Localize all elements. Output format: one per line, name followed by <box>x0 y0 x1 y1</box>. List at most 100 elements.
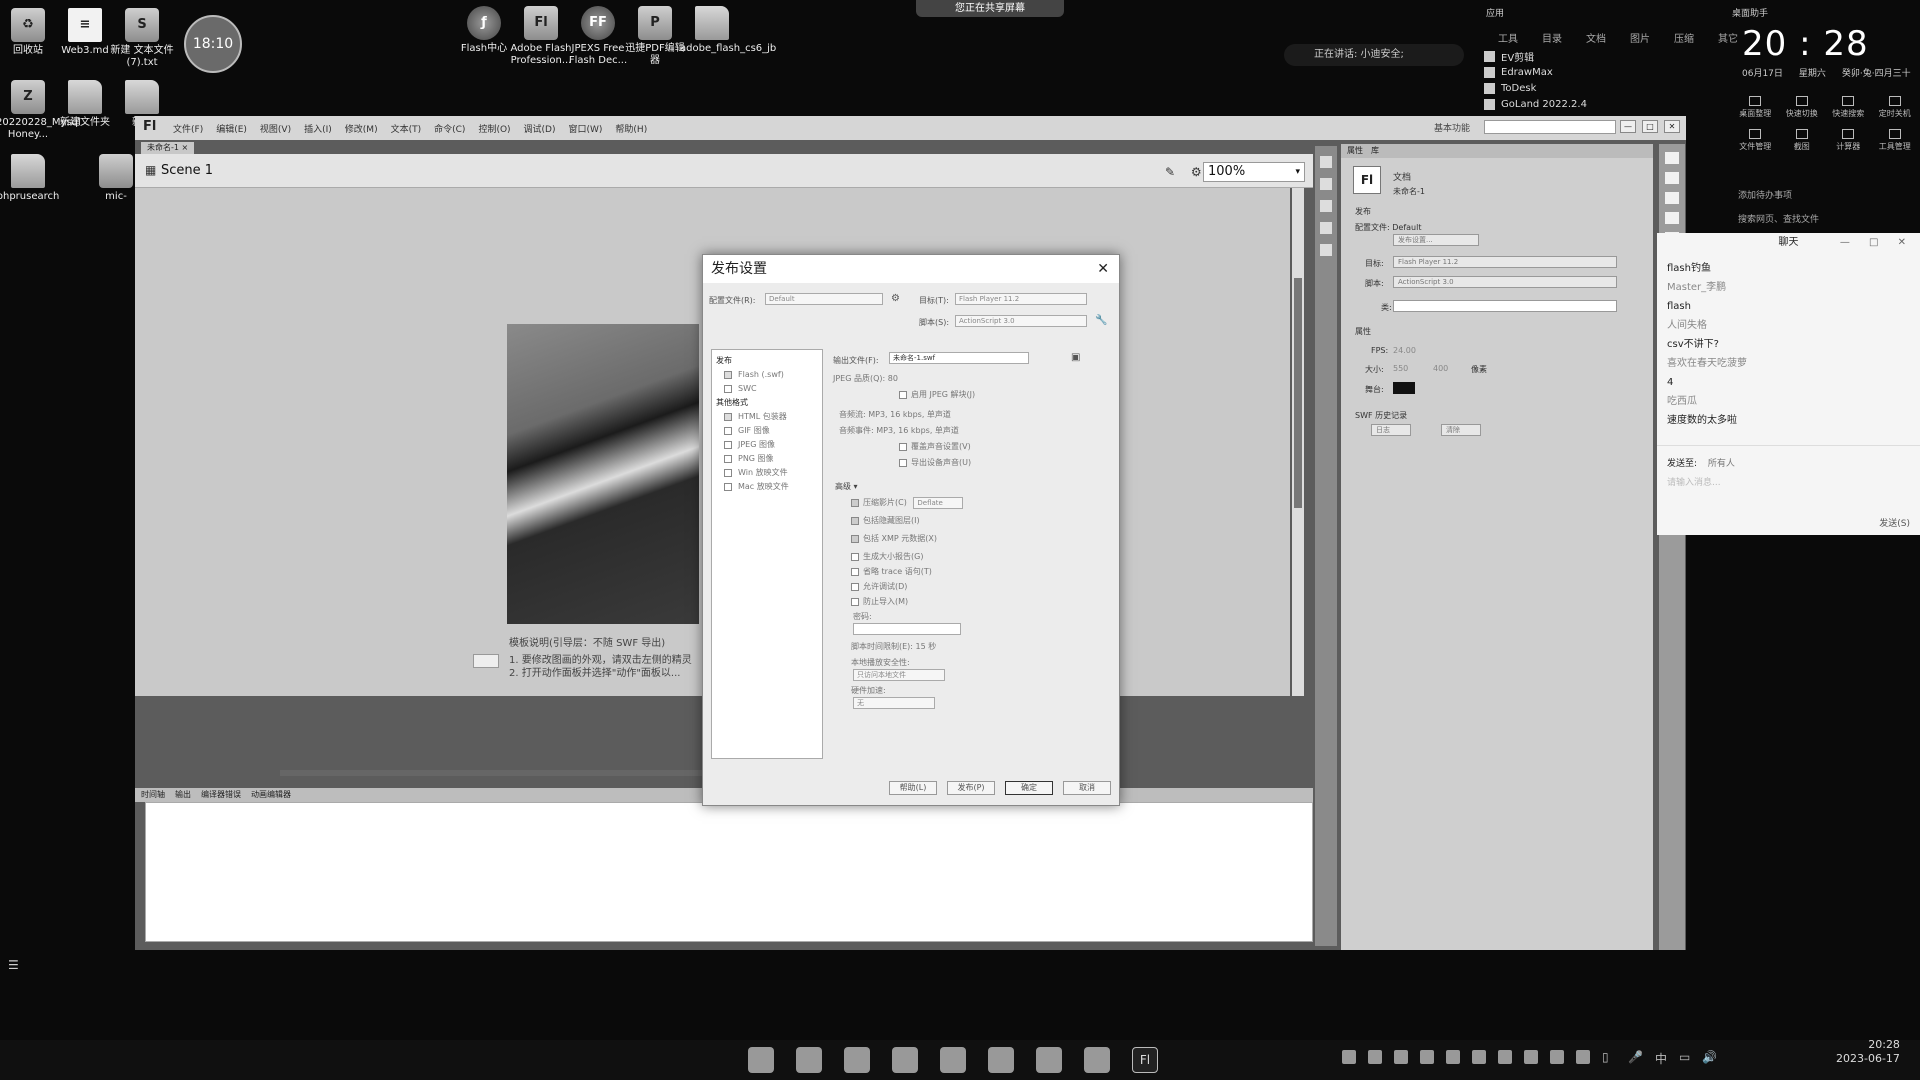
desktop-icon-phprusearch[interactable]: phprusearch <box>0 154 60 203</box>
file-manager-icon[interactable] <box>748 1047 774 1073</box>
chrome-icon[interactable] <box>892 1047 918 1073</box>
phone-icon[interactable]: ▯ <box>1602 1050 1616 1067</box>
width-value[interactable]: 550 <box>1393 364 1408 373</box>
tab-motion-editor[interactable]: 动画编辑器 <box>251 788 291 802</box>
widget-app-item[interactable]: ToDesk <box>1484 80 1587 96</box>
hw-accel-select[interactable]: 无 <box>853 697 935 709</box>
jpeg-deblock-option[interactable]: 启用 JPEG 解块(J) <box>899 389 975 400</box>
export-device-sound-option[interactable]: 导出设备声音(U) <box>899 457 971 468</box>
flash-taskbar-icon[interactable]: Fl <box>1132 1047 1158 1073</box>
network-icon[interactable]: ▭ <box>1679 1050 1690 1067</box>
menu-item[interactable]: 编辑(E) <box>216 122 247 135</box>
web-search-link[interactable]: 搜索网页、查找文件 <box>1738 212 1819 225</box>
checkbox[interactable] <box>724 482 732 491</box>
password-input[interactable] <box>853 623 961 635</box>
output-panel[interactable] <box>145 802 1313 942</box>
menu-item[interactable]: 窗口(W) <box>569 122 603 135</box>
publish-settings-button[interactable]: 发布设置... <box>1393 234 1479 246</box>
target-select[interactable]: Flash Player 11.2 <box>1393 256 1617 268</box>
desktop-icon-flash-center[interactable]: ƒ Flash中心 <box>452 6 516 55</box>
store-icon[interactable] <box>940 1047 966 1073</box>
transform-tool-icon[interactable] <box>1665 192 1679 204</box>
checkbox[interactable] <box>851 567 859 576</box>
swatches-icon[interactable] <box>1320 178 1332 190</box>
checkbox[interactable] <box>724 412 732 421</box>
align-icon[interactable] <box>1320 200 1332 212</box>
folder-icon[interactable]: ▣ <box>1071 352 1080 363</box>
tray-app-icon[interactable] <box>1576 1050 1590 1064</box>
tool-item[interactable]: 工具管理 <box>1872 129 1919 152</box>
tray-app-icon[interactable] <box>1394 1050 1408 1064</box>
gear-icon[interactable]: ⚙ <box>891 293 900 304</box>
tool-item[interactable]: 快速切换 <box>1779 96 1826 119</box>
checkbox[interactable] <box>851 597 859 606</box>
widget-tab[interactable]: 目录 <box>1542 30 1562 45</box>
ime-indicator[interactable]: 中 <box>1655 1050 1667 1067</box>
scene-label[interactable]: Scene 1 <box>161 163 213 178</box>
section-properties[interactable]: 属性 <box>1355 326 1371 337</box>
widget-tab[interactable]: 工具 <box>1498 30 1518 45</box>
widget-app-item[interactable]: EV剪辑 <box>1484 48 1587 64</box>
size-report-option[interactable]: 生成大小报告(G) <box>851 551 923 562</box>
zoom-select[interactable]: 100% ▾ <box>1203 162 1305 182</box>
checkbox[interactable] <box>724 384 732 393</box>
help-search-input[interactable] <box>1484 120 1616 134</box>
format-item-gif[interactable]: GIF 图像 <box>716 424 818 438</box>
menu-item[interactable]: 视图(V) <box>260 122 291 135</box>
profile-select[interactable]: Default <box>765 293 883 305</box>
checkbox[interactable] <box>724 468 732 477</box>
tool-item[interactable]: 计算器 <box>1825 129 1872 152</box>
xmp-option[interactable]: 包括 XMP 元数据(X) <box>851 533 937 544</box>
tab-compiler-errors[interactable]: 编译器错误 <box>201 788 241 802</box>
selection-tool-icon[interactable] <box>1665 152 1679 164</box>
color-icon[interactable] <box>1320 156 1332 168</box>
local-playback-select[interactable]: 只访问本地文件 <box>853 669 945 681</box>
format-item-flash[interactable]: Flash (.swf) <box>716 368 818 382</box>
3d-rotate-tool-icon[interactable] <box>1665 212 1679 224</box>
stage-color-swatch[interactable] <box>1393 382 1415 394</box>
taskbar-clock[interactable]: 20:28 2023-06-17 <box>1836 1038 1900 1066</box>
checkbox[interactable] <box>899 390 907 399</box>
compress-select[interactable]: Deflate <box>913 497 964 509</box>
output-file-input[interactable]: 未命名-1.swf <box>889 352 1029 364</box>
desktop-icon-jpexs[interactable]: FF JPEXS Free Flash Dec... <box>566 6 630 67</box>
menu-item[interactable]: 调试(D) <box>524 122 556 135</box>
menu-item[interactable]: 修改(M) <box>345 122 378 135</box>
tool-item[interactable]: 桌面整理 <box>1732 96 1779 119</box>
microphone-icon[interactable]: 🎤 <box>1628 1050 1643 1067</box>
info-icon[interactable] <box>1320 222 1332 234</box>
swf-history-label[interactable]: SWF 历史记录 <box>1355 410 1407 421</box>
checkbox[interactable] <box>724 454 732 463</box>
tray-app-icon[interactable] <box>1342 1050 1356 1064</box>
tray-app-icon[interactable] <box>1524 1050 1538 1064</box>
tray-app-icon[interactable] <box>1472 1050 1486 1064</box>
log-button[interactable]: 日志 <box>1371 424 1411 436</box>
folder-icon[interactable] <box>796 1047 822 1073</box>
class-input[interactable] <box>1393 300 1617 312</box>
stage-vertical-scrollbar[interactable] <box>1292 188 1304 696</box>
format-item-win[interactable]: Win 放映文件 <box>716 466 818 480</box>
checkbox[interactable] <box>851 552 859 561</box>
format-item-swc[interactable]: SWC <box>716 382 818 396</box>
format-item-jpeg[interactable]: JPEG 图像 <box>716 438 818 452</box>
desktop-icon-web3md[interactable]: ≡ Web3.md <box>53 8 117 57</box>
menu-item[interactable]: 文本(T) <box>391 122 422 135</box>
advanced-toggle[interactable]: 高级 ▾ <box>835 481 858 492</box>
browser-icon[interactable] <box>988 1047 1014 1073</box>
tool-item[interactable]: 文件管理 <box>1732 129 1779 152</box>
tool-item[interactable]: 截图 <box>1779 129 1826 152</box>
menu-item[interactable]: 命令(C) <box>434 122 465 135</box>
format-item-mac[interactable]: Mac 放映文件 <box>716 480 818 494</box>
edit-symbol-icons[interactable]: ✎ ⚙ <box>1165 165 1208 179</box>
desktop-icon-adobe-flash[interactable]: Fl Adobe Flash Profession... <box>509 6 573 67</box>
widget-app-item[interactable]: GoLand 2022.2.4 <box>1484 96 1587 112</box>
format-item-png[interactable]: PNG 图像 <box>716 452 818 466</box>
checkbox[interactable] <box>851 534 859 543</box>
shield-icon[interactable] <box>1420 1050 1434 1064</box>
menu-lines-icon[interactable]: ☰ <box>8 958 19 972</box>
menu-item[interactable]: 文件(F) <box>173 122 203 135</box>
tray-app-icon[interactable] <box>1446 1050 1460 1064</box>
widget-tab[interactable]: 压缩 <box>1674 30 1694 45</box>
tab-timeline[interactable]: 时间轴 <box>141 788 165 802</box>
checkbox[interactable] <box>724 426 732 435</box>
